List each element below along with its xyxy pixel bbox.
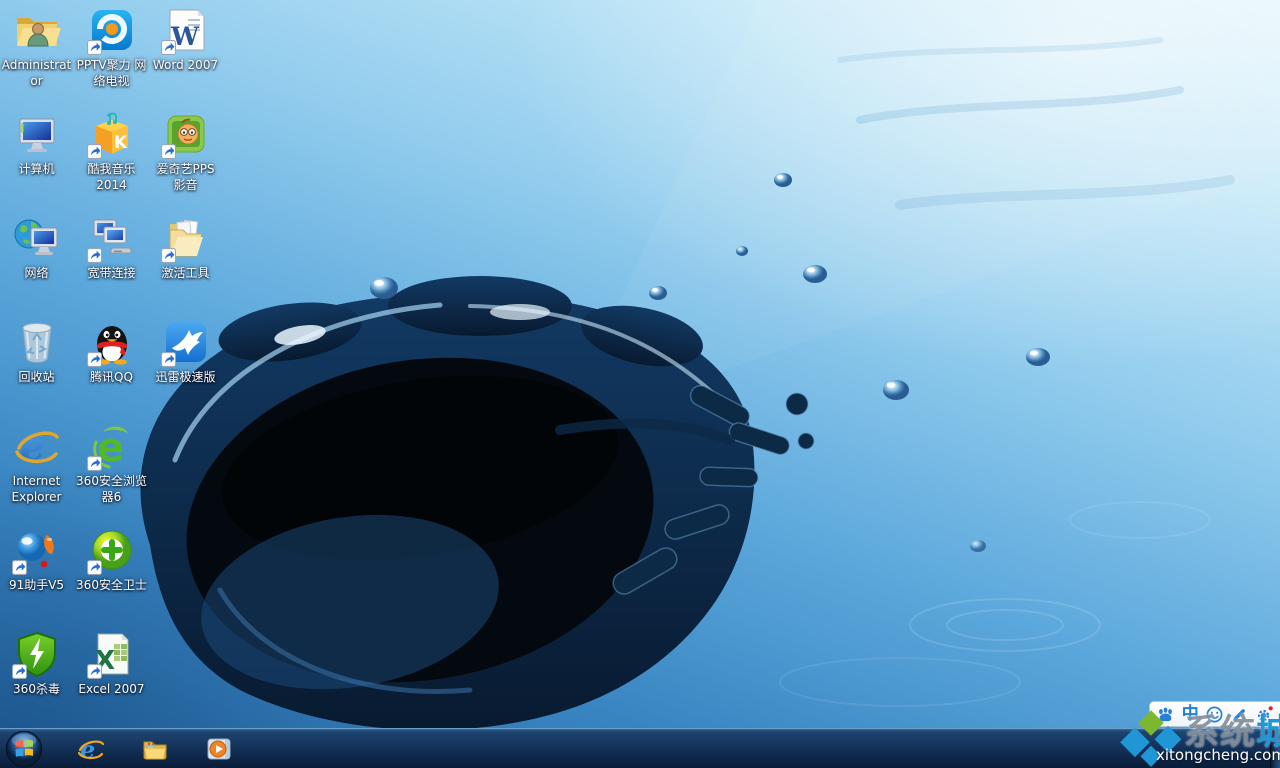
- taskbar-button-internet-explorer[interactable]: e: [76, 734, 106, 764]
- desktop-icon-label: 激活工具: [161, 266, 210, 280]
- ime-chinese-mode-button[interactable]: 中: [1179, 703, 1201, 725]
- desktop-icon-91-assistant[interactable]: 91助手V5: [0, 526, 73, 593]
- 360-av-shield-icon: [11, 630, 61, 679]
- desktop-icon-pptv[interactable]: PPTV聚力 网 络电视: [75, 6, 148, 89]
- pptv-icon: [86, 6, 136, 55]
- show-desktop-button[interactable]: [1270, 729, 1280, 768]
- desktop-icon-label: 网络: [24, 266, 49, 280]
- windows-orb-icon: [5, 730, 43, 768]
- 91-drops-icon: [11, 526, 61, 575]
- desktop-icon-word-2007[interactable]: W Word 2007: [149, 6, 222, 73]
- desktop-icon-excel-2007[interactable]: X Excel 2007: [75, 630, 148, 697]
- desktop-icon-label: PPTV聚力 网 络电视: [76, 58, 147, 89]
- desktop-icon-administrator[interactable]: Administrat or: [0, 6, 73, 89]
- shortcut-arrow-icon: [86, 248, 102, 263]
- desktop-icon-360-antivirus[interactable]: 360杀毒: [0, 630, 73, 697]
- shortcut-arrow-icon: [86, 664, 102, 679]
- desktop-icon-grid: Administrat or PPTV聚力 网 络电视 W Word 2007 计算机 K…: [0, 0, 260, 728]
- shortcut-arrow-icon: [86, 456, 102, 471]
- start-button[interactable]: [5, 730, 43, 768]
- desktop-icon-network[interactable]: 网络: [0, 214, 73, 281]
- qq-penguin-icon: [86, 318, 136, 367]
- windows-explorer-icon: [141, 735, 169, 763]
- desktop-icon-computer[interactable]: 计算机: [0, 110, 73, 177]
- desktop-icon-label: 爱奇艺PPS 影音: [156, 162, 215, 193]
- pps-icon: [160, 110, 210, 159]
- emoji-icon: [1205, 705, 1224, 724]
- windows7-desktop-screen: Administrat or PPTV聚力 网 络电视 W Word 2007 计算机 K…: [0, 0, 1280, 768]
- thunder-bird-icon: [160, 318, 210, 367]
- desktop-icon-activation-tools[interactable]: 激活工具: [149, 214, 222, 281]
- ime-baidu-paw-button[interactable]: [1154, 703, 1176, 725]
- ime-handwriting-button[interactable]: [1229, 703, 1251, 725]
- taskbar-button-windows-explorer[interactable]: [140, 734, 170, 764]
- excel-icon: X: [86, 630, 136, 679]
- shortcut-arrow-icon: [11, 560, 27, 575]
- media-player-icon: [205, 735, 233, 763]
- desktop-icon-label: Word 2007: [152, 58, 219, 72]
- shortcut-arrow-icon: [160, 144, 176, 159]
- ime-emoji-button[interactable]: [1204, 703, 1226, 725]
- desktop-icon-label: 计算机: [18, 162, 55, 176]
- shortcut-arrow-icon: [160, 40, 176, 55]
- shortcut-arrow-icon: [160, 248, 176, 263]
- network-icon: [13, 214, 61, 262]
- chinese-mode-icon: 中: [1181, 703, 1199, 724]
- baidu-paw-icon: [1156, 705, 1175, 724]
- word-icon: W: [160, 6, 210, 55]
- user-folder-icon: [13, 6, 61, 54]
- desktop-icon-label: 360安全浏览 器6: [76, 474, 147, 505]
- ime-toolbar: 中: [1149, 701, 1280, 727]
- shortcut-arrow-icon: [86, 560, 102, 575]
- shortcut-arrow-icon: [86, 40, 102, 55]
- desktop-icon-label: Administrat or: [1, 58, 72, 89]
- taskbar-button-media-player[interactable]: [204, 734, 234, 764]
- desktop-icon-broadband[interactable]: 宽带连接: [75, 214, 148, 281]
- shortcut-arrow-icon: [86, 352, 102, 367]
- desktop-icon-thunder[interactable]: 迅雷极速版: [149, 318, 222, 385]
- open-folder-icon: [160, 214, 210, 263]
- desktop-icon-tencent-qq[interactable]: 腾讯QQ: [75, 318, 148, 385]
- computer-icon: [13, 110, 61, 158]
- desktop-icon-label: 宽带连接: [87, 266, 136, 280]
- broadband-icon: [86, 214, 136, 263]
- desktop-icon-internet-explorer[interactable]: e Internet Explorer: [0, 422, 73, 505]
- taskbar: e CH ? 15:31 2014/12/12: [0, 728, 1280, 768]
- desktop-icon-label: 360杀毒: [13, 682, 60, 696]
- ime-settings-button[interactable]: [1254, 703, 1276, 725]
- desktop-icon-label: 腾讯QQ: [90, 370, 133, 384]
- ie-e-icon: e: [13, 422, 61, 470]
- desktop-icon-label: 360安全卫士: [76, 578, 147, 592]
- svg-text:K: K: [114, 133, 128, 153]
- pinned-taskbar-buttons: e: [66, 729, 234, 768]
- 360-browser-e-icon: e: [86, 422, 136, 471]
- shortcut-arrow-icon: [160, 352, 176, 367]
- desktop-icon-label: 迅雷极速版: [155, 370, 216, 384]
- desktop-icon-360-browser[interactable]: e 360安全浏览 器6: [75, 422, 148, 505]
- desktop-icon-label: 回收站: [18, 370, 55, 384]
- settings-icon: [1255, 705, 1274, 724]
- desktop-icon-label: Excel 2007: [78, 682, 145, 696]
- desktop-icon-label: Internet Explorer: [11, 474, 62, 505]
- handwriting-icon: [1230, 705, 1249, 724]
- desktop-icon-360-safe[interactable]: 360安全卫士: [75, 526, 148, 593]
- desktop-icon-recycle-bin[interactable]: 回收站: [0, 318, 73, 385]
- 360-safe-ball-icon: [86, 526, 136, 575]
- svg-text:e: e: [20, 423, 45, 470]
- shortcut-arrow-icon: [11, 664, 27, 679]
- recycle-bin-icon: [13, 318, 61, 366]
- shortcut-arrow-icon: [86, 144, 102, 159]
- desktop-icon-kuwo-music[interactable]: K 酷我音乐 2014: [75, 110, 148, 193]
- internet-explorer-icon: e: [77, 735, 105, 763]
- desktop-icon-label: 91助手V5: [8, 578, 65, 592]
- kuwo-icon: K: [86, 110, 136, 159]
- desktop-icon-iqiyi-pps[interactable]: 爱奇艺PPS 影音: [149, 110, 222, 193]
- desktop-icon-label: 酷我音乐 2014: [87, 162, 136, 193]
